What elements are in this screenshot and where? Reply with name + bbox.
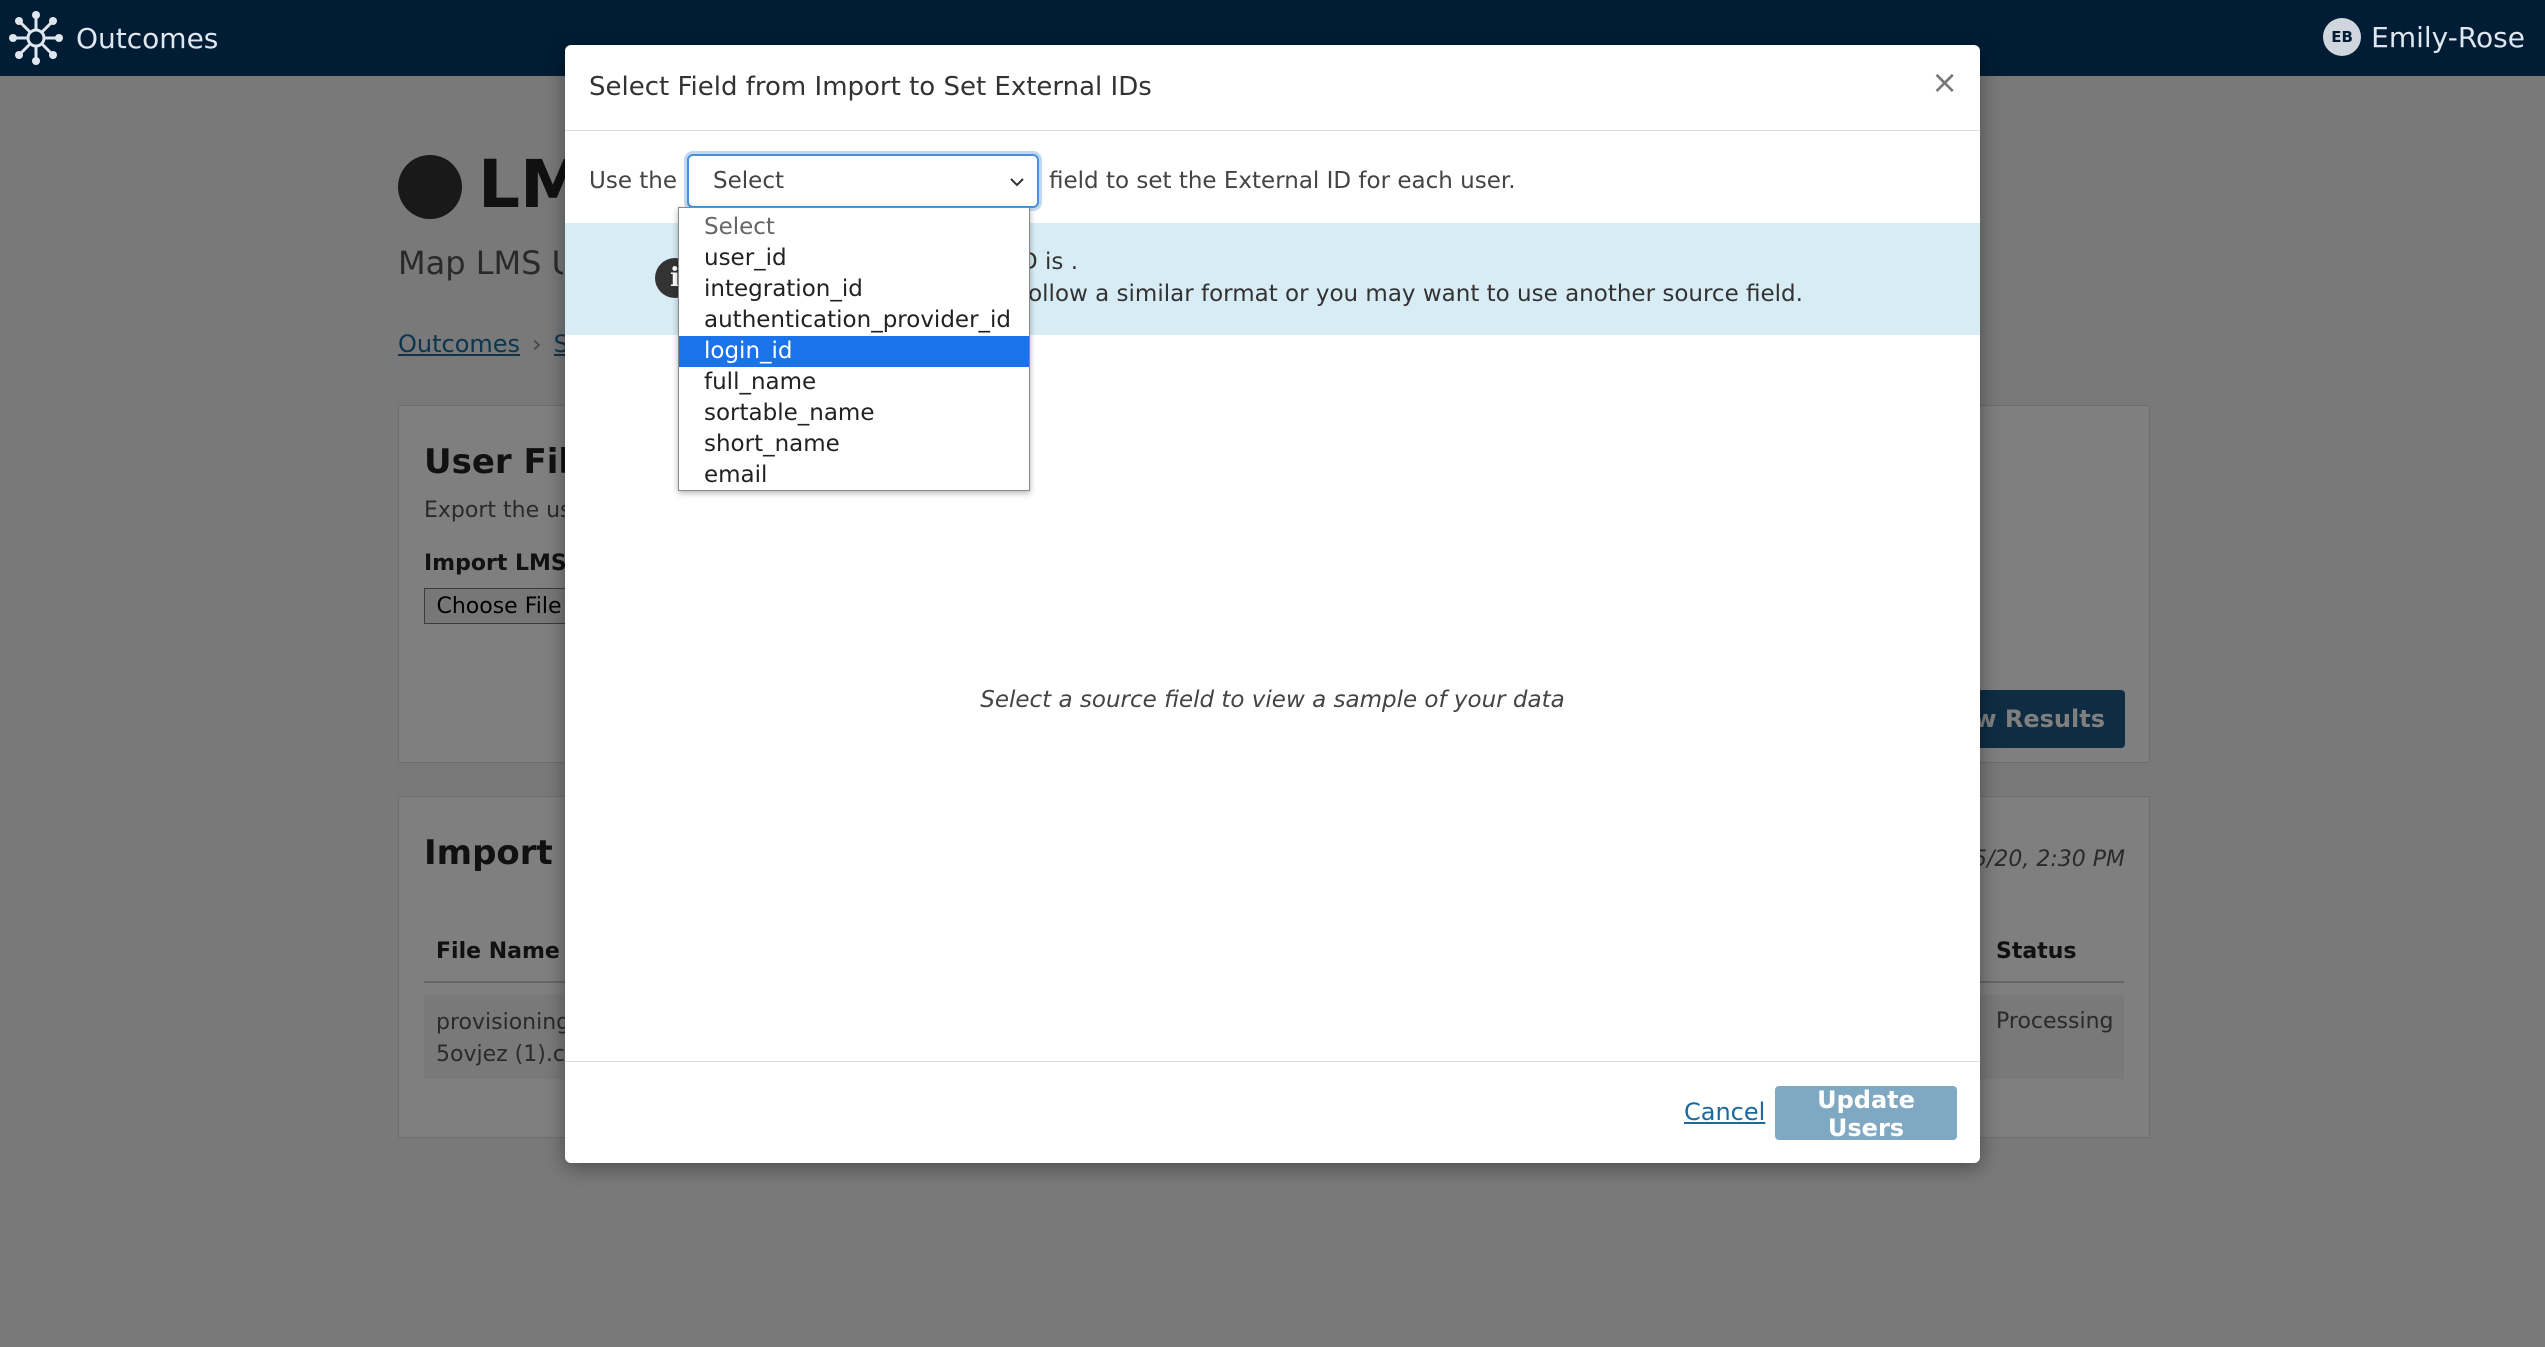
use-prefix-text: Use the [589,168,678,194]
cancel-button[interactable]: Cancel [1684,1098,1765,1126]
close-icon[interactable]: × [1931,63,1958,101]
modal-footer: Cancel Update Users [565,1061,1980,1163]
user-menu[interactable]: EB Emily-Rose [2323,18,2525,56]
dropdown-option[interactable]: user_id [679,243,1029,274]
outcomes-logo-icon [9,11,63,65]
user-name: Emily-Rose [2371,20,2525,54]
app-name: Outcomes [76,21,219,55]
sample-data-message: Select a source field to view a sample o… [980,687,1565,713]
dropdown-option[interactable]: integration_id [679,274,1029,305]
dropdown-option[interactable]: sortable_name [679,398,1029,429]
dropdown-option[interactable]: Select [679,212,1029,243]
dropdown-option-highlighted[interactable]: login_id [679,336,1029,367]
source-field-select[interactable]: Select [687,154,1040,208]
app-brand[interactable]: Outcomes [8,10,218,66]
source-field-select-value: Select [713,168,784,194]
update-users-button[interactable]: Update Users [1775,1086,1957,1142]
source-field-dropdown: Select user_id integration_id authentica… [678,207,1030,491]
info-text-line2: follow a similar format or you may want … [1020,281,1803,307]
modal-title: Select Field from Import to Set External… [589,72,1152,102]
dropdown-option[interactable]: authentication_provider_id [679,305,1029,336]
chevron-down-icon [1010,178,1024,187]
modal-header: Select Field from Import to Set External… [565,45,1980,131]
avatar: EB [2323,18,2362,56]
dropdown-option[interactable]: full_name [679,367,1029,398]
use-suffix-text: field to set the External ID for each us… [1049,168,1516,194]
dropdown-option[interactable]: short_name [679,429,1029,460]
field-selection-row: Use the Select field to set the External… [589,153,1516,209]
dropdown-option[interactable]: email [679,460,1029,491]
